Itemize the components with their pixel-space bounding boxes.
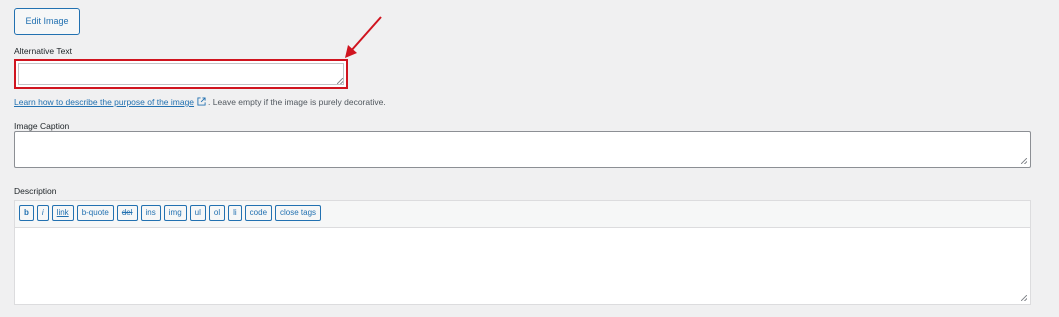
quicktag-ol-button[interactable]: ol <box>208 205 226 221</box>
description-editor: b i link b-quote del ins img ul ol li co… <box>14 200 1031 305</box>
quicktag-link-button[interactable]: link <box>51 205 74 221</box>
description-textarea[interactable] <box>15 228 1030 304</box>
image-caption-label: Image Caption <box>14 121 70 131</box>
describe-image-help-link[interactable]: Learn how to describe the purpose of the… <box>14 97 194 107</box>
alternative-text-field[interactable] <box>18 63 344 85</box>
quicktag-li-button[interactable]: li <box>228 205 242 221</box>
quicktag-img-button[interactable]: img <box>163 205 187 221</box>
quicktag-close-tags-button[interactable]: close tags <box>275 205 322 221</box>
quicktag-ul-button[interactable]: ul <box>189 205 206 221</box>
quicktag-bold-button[interactable]: b <box>19 205 34 221</box>
quicktag-code-button[interactable]: code <box>244 205 273 221</box>
description-label: Description <box>14 186 57 196</box>
resize-handle-icon[interactable] <box>337 78 343 84</box>
alt-text-help: Learn how to describe the purpose of the… <box>14 97 386 107</box>
external-link-icon <box>197 97 206 106</box>
alternative-text-input[interactable] <box>14 59 348 89</box>
image-caption-input[interactable] <box>14 131 1031 168</box>
quicktag-italic-button[interactable]: i <box>36 205 49 221</box>
quicktag-blockquote-button[interactable]: b-quote <box>76 205 114 221</box>
quicktag-ins-button[interactable]: ins <box>140 205 161 221</box>
edit-image-button[interactable]: Edit Image <box>14 8 80 35</box>
resize-handle-icon[interactable] <box>1021 158 1027 164</box>
alternative-text-label: Alternative Text <box>14 46 72 56</box>
quicktags-toolbar: b i link b-quote del ins img ul ol li co… <box>15 201 1030 228</box>
red-arrow-annotation <box>345 16 382 58</box>
quicktag-del-button[interactable]: del <box>116 205 138 221</box>
alt-text-help-suffix: . Leave empty if the image is purely dec… <box>208 97 386 107</box>
resize-handle-icon[interactable] <box>1021 295 1027 301</box>
